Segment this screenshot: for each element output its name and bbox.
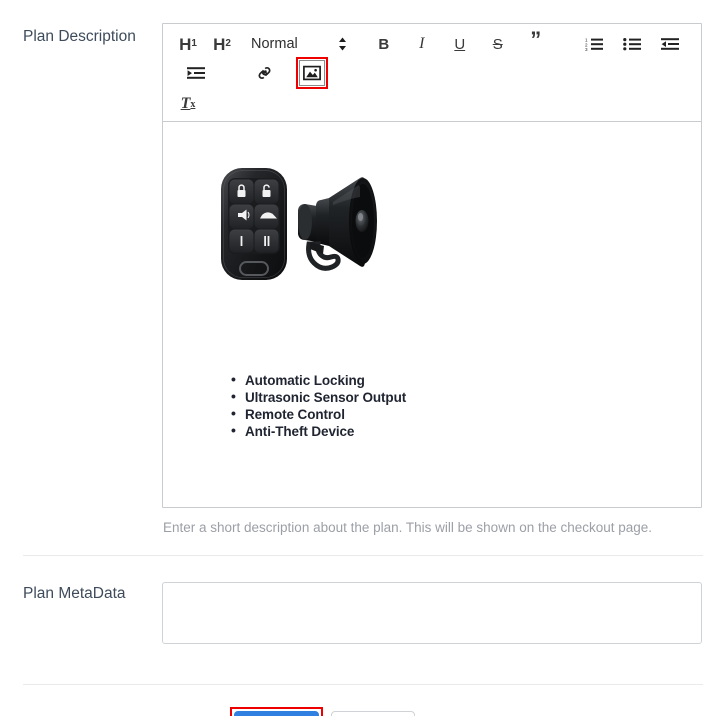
image-icon: [303, 65, 321, 81]
form-actions: Submit Cancel: [0, 685, 726, 716]
blockquote-button[interactable]: ”: [523, 27, 549, 57]
blockquote-label: ”: [530, 27, 542, 53]
list-item: Ultrasonic Sensor Output: [231, 388, 671, 406]
plan-metadata-label: Plan MetaData: [23, 585, 126, 602]
siren-horn-speaker: [298, 177, 377, 271]
clear-format-label: T: [180, 95, 191, 112]
list-item: Automatic Locking: [231, 371, 671, 389]
cancel-button[interactable]: Cancel: [330, 711, 416, 716]
heading-1-sub: 1: [191, 38, 197, 49]
stepper-icon: [338, 37, 347, 51]
link-button[interactable]: [251, 60, 277, 86]
svg-text:3: 3: [585, 47, 588, 51]
list-item: Remote Control: [231, 405, 671, 423]
heading-2-label: H: [213, 34, 226, 54]
heading-2-sub: 2: [225, 38, 231, 49]
plan-description-label: Plan Description: [23, 28, 136, 45]
product-image: [213, 156, 433, 306]
bullet-list-icon: [622, 38, 641, 51]
indent-button[interactable]: [183, 60, 209, 86]
format-select[interactable]: Normal: [251, 36, 347, 52]
plan-metadata-input[interactable]: [162, 582, 702, 644]
format-select-value: Normal: [251, 36, 298, 52]
heading-2-button[interactable]: H2: [209, 31, 235, 57]
rich-text-editor[interactable]: H1 H2 Normal B I U S ” 1 2 3 T x • Autom…: [162, 23, 702, 508]
ordered-list-icon: 1 2 3: [585, 38, 603, 51]
strikethrough-label: S: [492, 35, 503, 53]
underline-button[interactable]: U: [447, 31, 473, 57]
submit-button[interactable]: Submit: [234, 711, 319, 716]
key-fob: [221, 168, 287, 280]
plan-description-row: Plan Description H1 H2 Normal B I U S ” …: [0, 0, 726, 545]
editor-content-area[interactable]: Automatic Locking Ultrasonic Sensor Outp…: [163, 122, 701, 507]
bold-button[interactable]: B: [371, 31, 397, 57]
clear-format-button[interactable]: Tx: [175, 91, 201, 117]
plan-metadata-control: [162, 582, 726, 649]
link-icon: [258, 67, 270, 79]
underline-label: U: [454, 35, 466, 53]
heading-1-label: H: [179, 34, 192, 54]
indent-icon: [187, 67, 205, 79]
plan-description-helper-text: Enter a short description about the plan…: [163, 520, 653, 535]
italic-label: I: [419, 35, 425, 52]
outdent-icon: [660, 38, 679, 50]
image-button-highlight: [296, 57, 328, 89]
feature-list: Automatic Locking Ultrasonic Sensor Outp…: [231, 371, 671, 440]
alarm-system-illustration: [221, 168, 377, 280]
plan-form-page: Plan Description H1 H2 Normal B I U S ” …: [0, 0, 726, 716]
heading-1-button[interactable]: H1: [175, 31, 201, 57]
outdent-button[interactable]: [657, 31, 683, 57]
italic-button[interactable]: I: [409, 31, 435, 57]
bold-label: B: [378, 35, 390, 53]
submit-button-highlight: Submit: [230, 707, 323, 716]
insert-image-button[interactable]: [299, 60, 325, 86]
strikethrough-button[interactable]: S: [485, 31, 511, 57]
bullet-list-button[interactable]: [619, 31, 645, 57]
list-item: Anti-Theft Device: [231, 422, 671, 440]
plan-metadata-row: Plan MetaData: [0, 556, 726, 674]
ordered-list-button[interactable]: 1 2 3: [581, 31, 607, 57]
plan-description-control: H1 H2 Normal B I U S ” 1 2 3 T x • Autom…: [162, 23, 726, 537]
editor-toolbar: H1 H2 Normal B I U S ” 1 2 3 T x: [163, 24, 701, 122]
chevron-updown-icon: [338, 37, 346, 51]
clear-format-sub: x: [190, 98, 196, 110]
